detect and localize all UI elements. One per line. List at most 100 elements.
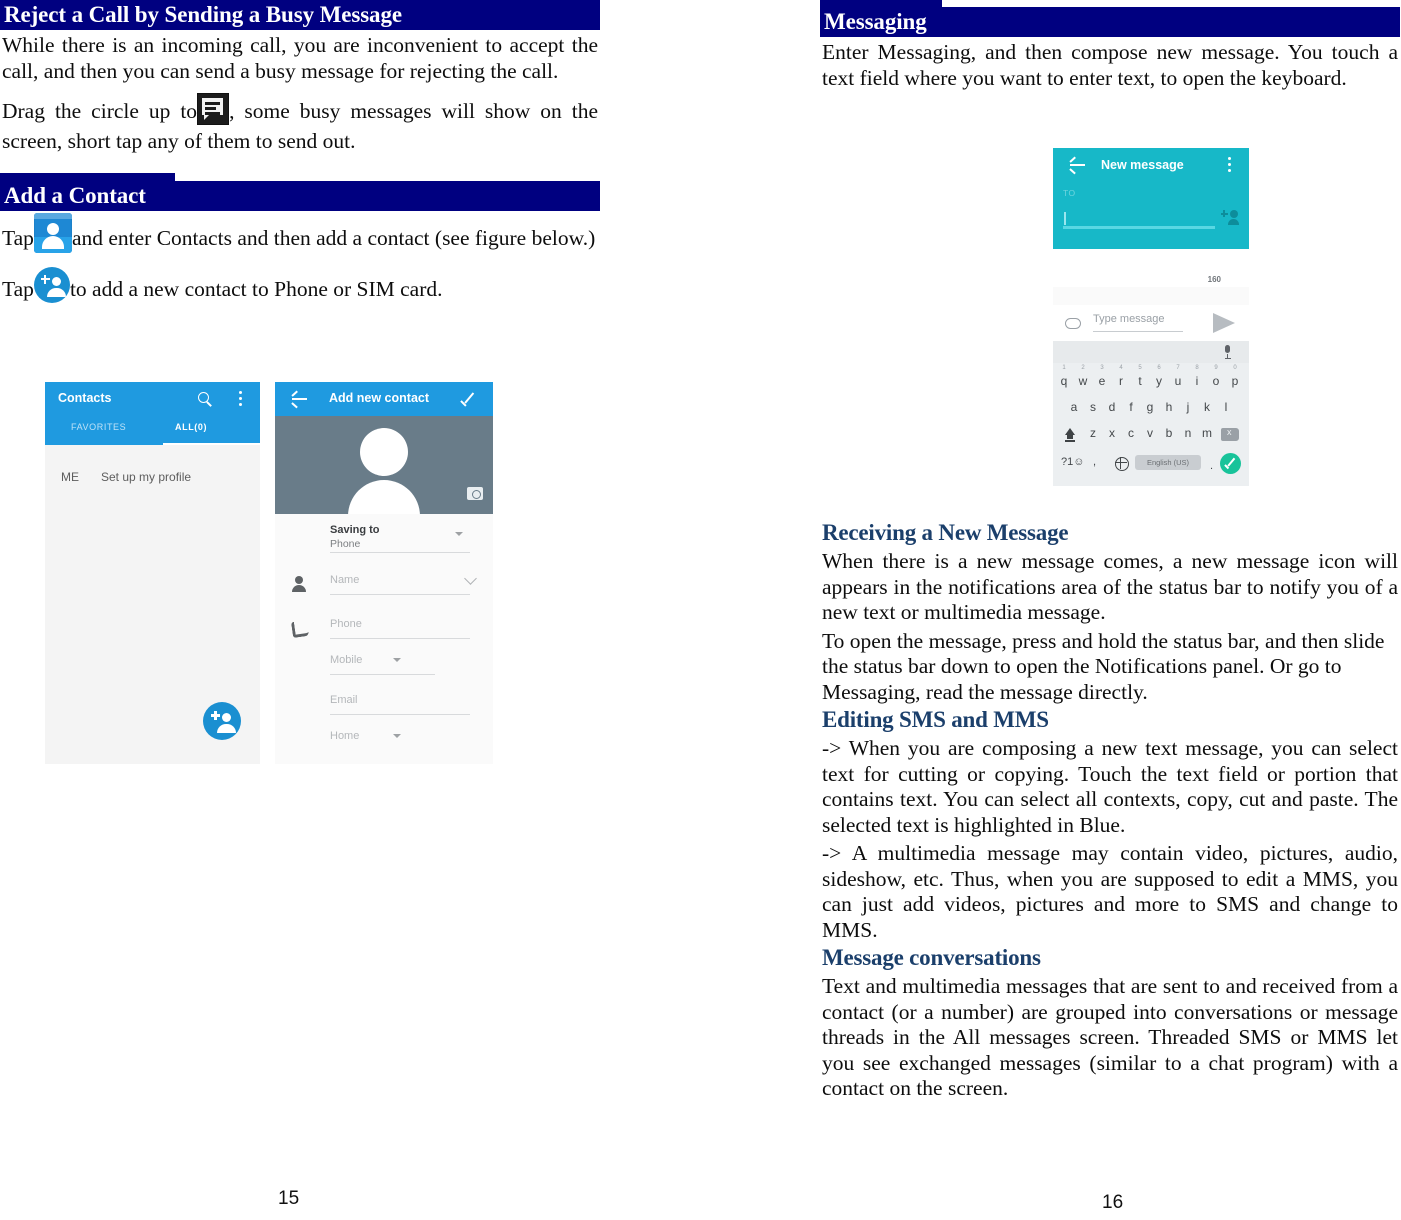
key-hint-9: 9 (1214, 365, 1218, 371)
key-p[interactable]: p (1228, 374, 1242, 388)
recipient-area[interactable]: TO (1053, 184, 1249, 249)
key-d[interactable]: d (1105, 400, 1119, 414)
field-row-home[interactable]: Home (275, 728, 493, 758)
kebab-menu-icon[interactable] (1228, 157, 1231, 173)
kebab-menu-icon[interactable] (239, 391, 242, 407)
key-hint-4: 4 (1119, 365, 1123, 371)
compose-input-placeholder[interactable]: Type message (1093, 313, 1165, 325)
key-h[interactable]: h (1162, 400, 1176, 414)
field-row-mobile[interactable]: Mobile (275, 652, 493, 684)
chevron-down-icon[interactable] (393, 734, 401, 738)
mobile-type-label[interactable]: Mobile (330, 654, 362, 666)
search-icon[interactable] (198, 392, 212, 407)
back-arrow-icon[interactable] (1069, 156, 1085, 175)
key-c[interactable]: c (1124, 426, 1138, 440)
key-l[interactable]: l (1219, 400, 1233, 414)
email-placeholder[interactable]: Email (330, 694, 358, 706)
key-k[interactable]: k (1200, 400, 1214, 414)
section-bar-stub-top-right (820, 0, 942, 7)
check-icon[interactable] (460, 392, 477, 407)
tap-add-text-after: to add a new contact to Phone or SIM car… (69, 276, 443, 301)
key-j[interactable]: j (1181, 400, 1195, 414)
key-f[interactable]: f (1124, 400, 1138, 414)
key-r[interactable]: r (1114, 374, 1128, 388)
contacts-tabs: FAVORITES ALL(0) (45, 416, 260, 445)
key-a[interactable]: a (1067, 400, 1081, 414)
conversation-spacer (1053, 287, 1249, 305)
key-hint-2: 2 (1081, 365, 1085, 371)
key-b[interactable]: b (1162, 426, 1176, 440)
attachment-icon[interactable] (1065, 316, 1081, 329)
field-row-phone[interactable]: Phone (275, 614, 493, 650)
paragraph-receiving-2: To open the message, press and hold the … (822, 628, 1385, 704)
language-globe-icon[interactable] (1114, 456, 1129, 471)
microphone-icon[interactable] (1224, 345, 1231, 360)
key-m[interactable]: m (1200, 426, 1214, 440)
busy-message-icon (197, 93, 230, 125)
tap-contacts-text-before: Tap (2, 225, 34, 250)
key-o[interactable]: o (1209, 374, 1223, 388)
key-w[interactable]: w (1076, 374, 1090, 388)
key-z[interactable]: z (1086, 426, 1100, 440)
key-q[interactable]: q (1057, 374, 1071, 388)
name-placeholder[interactable]: Name (330, 574, 359, 586)
field-row-saving-to[interactable]: Saving to Phone (275, 522, 493, 560)
new-message-title: New message (1101, 158, 1184, 172)
expand-name-chevron-icon[interactable] (464, 572, 477, 585)
tab-all[interactable]: ALL(0) (175, 422, 207, 432)
add-contact-fab-icon (33, 266, 70, 303)
field-underline (330, 714, 470, 715)
profile-row[interactable]: ME Set up my profile (45, 445, 260, 491)
chevron-down-icon[interactable] (393, 658, 401, 662)
comma-key[interactable]: , (1093, 456, 1096, 468)
key-v[interactable]: v (1143, 426, 1157, 440)
subheading-receiving-new-message: Receiving a New Message (822, 520, 1069, 545)
add-contact-appbar: Add new contact (275, 382, 493, 416)
paragraph-drag-circle: Drag the circle up to, some busy message… (0, 93, 600, 155)
phone-placeholder[interactable]: Phone (330, 618, 362, 630)
page-number-left: 15 (278, 1188, 300, 1209)
add-contact-icon[interactable] (1220, 210, 1239, 225)
shift-icon[interactable] (1063, 428, 1077, 442)
set-up-profile-label[interactable]: Set up my profile (101, 470, 191, 484)
paragraph-receiving-1: When there is a new message comes, a new… (822, 549, 1398, 624)
contact-photo-area[interactable] (275, 416, 493, 520)
key-n[interactable]: n (1181, 426, 1195, 440)
key-y[interactable]: y (1152, 374, 1166, 388)
space-key[interactable]: English (US) (1135, 455, 1201, 470)
key-hint-0: 0 (1233, 365, 1237, 371)
field-row-email[interactable]: Email (275, 690, 493, 726)
key-i[interactable]: i (1190, 374, 1204, 388)
key-t[interactable]: t (1133, 374, 1147, 388)
key-g[interactable]: g (1143, 400, 1157, 414)
send-icon[interactable] (1213, 313, 1235, 333)
check-enter-icon[interactable] (1220, 453, 1241, 474)
tab-favorites[interactable]: FAVORITES (71, 422, 126, 432)
paragraph-tap-add-new: Tap to add a new contact to Phone or SIM … (0, 266, 600, 309)
home-type-label[interactable]: Home (330, 730, 359, 742)
key-s[interactable]: s (1086, 400, 1100, 414)
paragraph-conversations: Text and multimedia messages that are se… (822, 974, 1398, 1100)
key-x[interactable]: x (1105, 426, 1119, 440)
key-u[interactable]: u (1171, 374, 1185, 388)
composer-bar[interactable]: Type message (1053, 305, 1249, 341)
to-label: TO (1063, 188, 1076, 198)
backspace-icon[interactable] (1221, 427, 1239, 441)
saving-to-value[interactable]: Phone (330, 538, 360, 550)
contacts-app-icon (33, 212, 72, 253)
onscreen-keyboard: 1 2 3 4 5 6 7 8 9 0 q w e r t y u i o p … (1053, 363, 1249, 486)
chevron-down-icon[interactable] (455, 532, 463, 536)
field-row-name[interactable]: Name (275, 570, 493, 606)
back-arrow-icon[interactable] (291, 390, 307, 409)
screenshot-contacts-app: Contacts FAVORITES ALL(0) ME Set up my p… (45, 382, 260, 764)
field-underline (330, 638, 470, 639)
add-contact-fab[interactable] (203, 702, 241, 740)
text-caret (1064, 212, 1066, 225)
key-e[interactable]: e (1095, 374, 1109, 388)
me-label: ME (61, 470, 79, 484)
period-key[interactable]: . (1210, 460, 1213, 472)
section-header-reject-call: Reject a Call by Sending a Busy Message (0, 0, 600, 30)
key-hint-1: 1 (1062, 365, 1066, 371)
camera-icon[interactable] (467, 487, 483, 500)
symbols-key[interactable]: ?1☺ (1061, 456, 1084, 468)
